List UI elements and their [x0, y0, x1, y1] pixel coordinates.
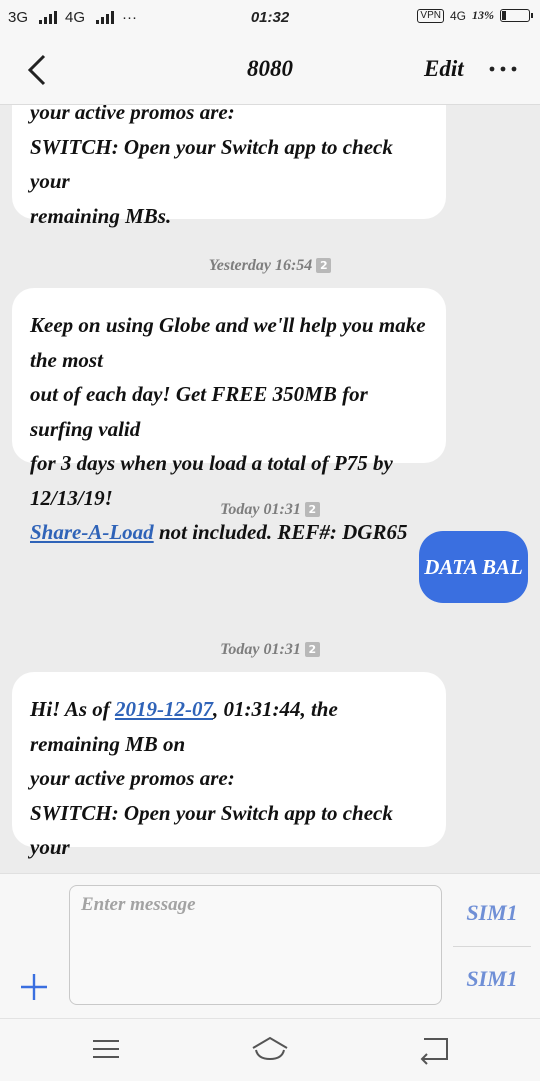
received-message[interactable]: Hi! As of 2019-12-07, 01:31:44, the rema…: [12, 672, 446, 873]
send-sim1-button[interactable]: SIM1: [453, 900, 531, 926]
message-line: remaining MBs.: [30, 865, 428, 874]
status-bar: 3G 4G ··· 01:32 VPN 4G 13%: [0, 0, 540, 36]
status-right: VPN 4G 13%: [417, 8, 533, 23]
timestamp-text: Yesterday 16:54: [208, 257, 313, 274]
home-icon[interactable]: [250, 1033, 290, 1065]
composer: Enter message SIM1 SIM1: [0, 873, 540, 1019]
received-message[interactable]: your active promos are: SWITCH: Open you…: [12, 105, 446, 228]
edit-button[interactable]: Edit: [424, 56, 464, 82]
message-line: Share-A-Load not included. REF#: DGR65: [30, 515, 428, 550]
message-text: not included. REF#: DGR65: [153, 520, 408, 544]
message-line: your active promos are:: [30, 105, 235, 124]
vpn-icon: VPN: [417, 8, 444, 23]
network-4g-label: 4G: [449, 8, 466, 23]
conversation-header: 8080 Edit: [0, 36, 540, 105]
battery-percent: 13%: [472, 8, 494, 22]
battery-level: [502, 11, 506, 20]
timestamp-text: Today 01:31: [220, 641, 301, 658]
message-text: Hi! As of: [30, 697, 115, 721]
message-line: Keep on using Globe and we'll help you m…: [30, 313, 426, 372]
sim-badge-icon: 2: [316, 258, 332, 273]
system-navigation-bar: [0, 1018, 540, 1081]
sim-divider: [453, 946, 531, 947]
timestamp: Today 01:31 2: [0, 501, 540, 519]
more-dots-icon[interactable]: [486, 54, 520, 84]
message-line: Hi! As of 2019-12-07, 01:31:44, the rema…: [30, 692, 428, 761]
message-line: SWITCH: Open your Switch app to check yo…: [30, 134, 393, 194]
message-line: your active promos are:: [30, 766, 235, 790]
plus-icon[interactable]: [18, 971, 50, 1003]
timestamp: Yesterday 16:54 2: [0, 257, 540, 275]
sent-message[interactable]: DATA BAL: [419, 531, 528, 603]
menu-icon[interactable]: [86, 1033, 126, 1065]
message-line: SWITCH: Open your Switch app to check yo…: [30, 800, 393, 860]
sim-badge-icon: 2: [304, 502, 320, 517]
message-line: out of each day! Get FREE 350MB for surf…: [30, 382, 368, 441]
message-input[interactable]: Enter message: [69, 885, 442, 1005]
battery-icon: [500, 9, 533, 22]
timestamp: Today 01:31 2: [0, 641, 540, 659]
send-sim1-button[interactable]: SIM1: [453, 966, 531, 992]
message-placeholder: Enter message: [81, 894, 196, 915]
share-a-load-link[interactable]: Share-A-Load: [30, 520, 154, 544]
message-list[interactable]: your active promos are: SWITCH: Open you…: [0, 105, 540, 873]
received-message[interactable]: Keep on using Globe and we'll help you m…: [12, 288, 446, 544]
back-icon[interactable]: [414, 1033, 454, 1065]
message-line: remaining MBs.: [30, 203, 172, 228]
sim-badge-icon: 2: [304, 642, 320, 657]
date-link[interactable]: 2019-12-07: [115, 697, 213, 721]
timestamp-text: Today 01:31: [220, 501, 301, 518]
